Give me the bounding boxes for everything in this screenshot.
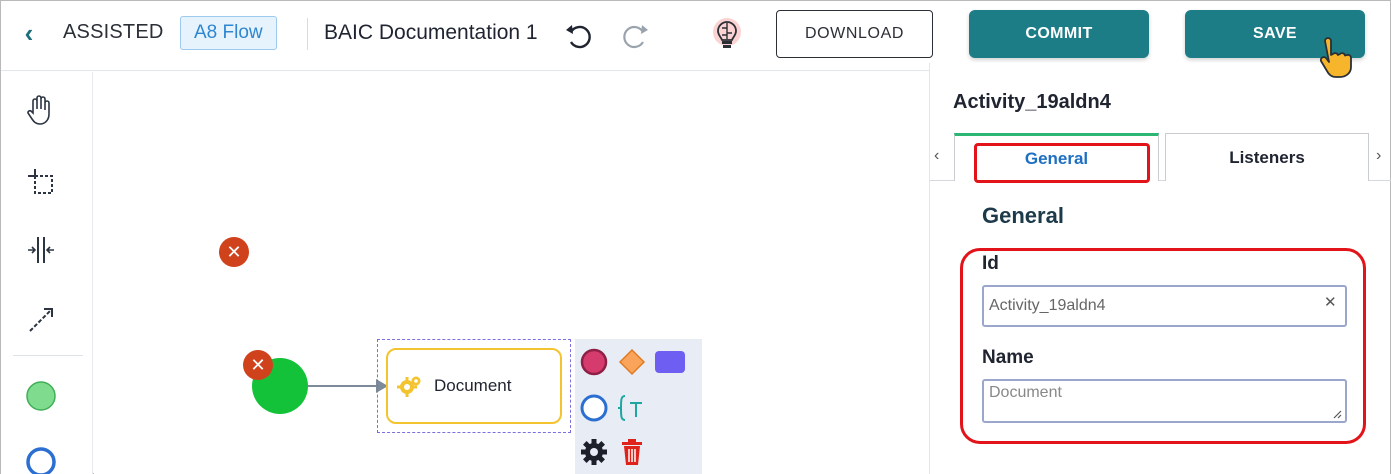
mode-label: ASSISTED bbox=[63, 21, 164, 43]
palette-divider bbox=[13, 355, 83, 356]
start-event-error-icon[interactable]: ✕ bbox=[243, 350, 273, 380]
undo-icon[interactable] bbox=[563, 21, 593, 51]
append-intermediate-event-icon[interactable] bbox=[577, 391, 611, 425]
gear-icon bbox=[397, 376, 421, 397]
top-bar: ‹ ASSISTED A8 Flow BAIC Documentation 1 … bbox=[1, 1, 1390, 71]
hand-tool-icon[interactable] bbox=[19, 88, 63, 132]
clear-icon[interactable]: ✕ bbox=[1324, 293, 1337, 311]
commit-button[interactable]: COMMIT bbox=[969, 10, 1149, 58]
id-label: Id bbox=[982, 253, 999, 274]
text-annotation-icon[interactable] bbox=[615, 391, 649, 425]
element-id-title: Activity_19aldn4 bbox=[953, 91, 1111, 113]
delete-trash-icon[interactable] bbox=[615, 435, 649, 469]
tab-listeners[interactable]: Listeners bbox=[1165, 133, 1369, 181]
context-pad bbox=[575, 339, 702, 474]
append-task-icon[interactable] bbox=[653, 345, 687, 379]
name-label: Name bbox=[982, 347, 1034, 368]
service-task[interactable]: Document bbox=[386, 348, 562, 424]
pointer-hand-icon bbox=[1319, 37, 1352, 78]
tab-general[interactable]: General bbox=[954, 133, 1159, 181]
task-label: Document bbox=[434, 376, 512, 395]
connect-tool-icon[interactable] bbox=[19, 298, 63, 342]
error-marker-icon[interactable]: ✕ bbox=[219, 237, 249, 267]
tab-scroll-left-icon[interactable]: ‹ bbox=[934, 147, 939, 165]
append-gateway-icon[interactable] bbox=[615, 345, 649, 379]
redo-icon[interactable] bbox=[621, 21, 651, 51]
end-event-icon[interactable] bbox=[19, 440, 63, 474]
tab-scroll-right-icon[interactable]: › bbox=[1376, 147, 1381, 165]
tool-palette bbox=[1, 72, 93, 474]
tab-bar: ‹ General Listeners › bbox=[930, 133, 1391, 181]
download-button[interactable]: DOWNLOAD bbox=[776, 10, 933, 58]
properties-panel: Activity_19aldn4 ‹ General Listeners › G… bbox=[929, 63, 1391, 474]
resize-grip-icon[interactable] bbox=[1332, 409, 1342, 419]
ai-brain-bulb-icon[interactable] bbox=[706, 13, 748, 55]
section-title: General bbox=[982, 203, 1064, 228]
space-tool-icon[interactable] bbox=[19, 228, 63, 272]
header-divider bbox=[307, 18, 308, 50]
id-field[interactable]: Activity_19aldn4 bbox=[982, 285, 1347, 327]
start-event-icon[interactable] bbox=[19, 374, 63, 418]
flow-badge: A8 Flow bbox=[180, 16, 277, 50]
document-title: BAIC Documentation 1 bbox=[324, 21, 538, 44]
settings-gear-icon[interactable] bbox=[577, 435, 611, 469]
sequence-flow[interactable] bbox=[308, 385, 380, 387]
back-chevron-icon[interactable]: ‹ bbox=[17, 18, 41, 48]
lasso-tool-icon[interactable] bbox=[19, 160, 63, 204]
append-end-event-icon[interactable] bbox=[577, 345, 611, 379]
diagram-canvas[interactable]: ✕ ✕ Document bbox=[94, 72, 929, 474]
name-field[interactable]: Document bbox=[982, 379, 1347, 423]
